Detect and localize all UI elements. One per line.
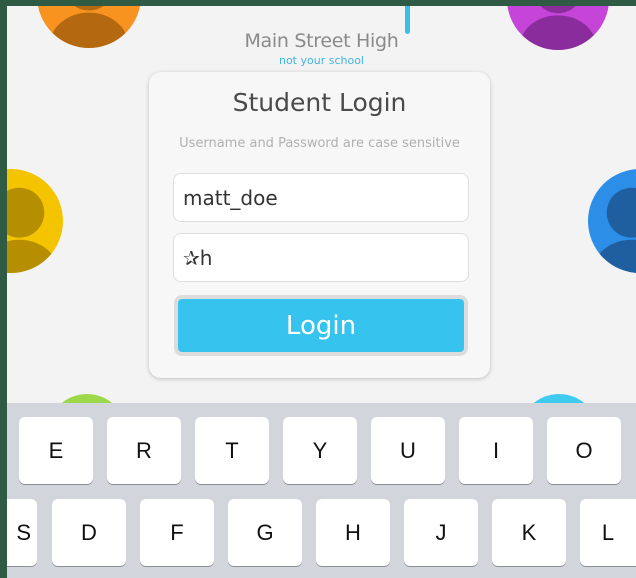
password-field[interactable]: ✰h: [173, 233, 469, 282]
key-t[interactable]: T: [195, 417, 269, 484]
key-l[interactable]: L: [580, 499, 636, 566]
key-o[interactable]: O: [547, 417, 621, 484]
key-e[interactable]: E: [19, 417, 93, 484]
key-j[interactable]: J: [404, 499, 478, 566]
username-field[interactable]: matt_doe: [173, 173, 469, 222]
school-tagline: not your school: [278, 54, 364, 67]
app-screen: Main Street High not your school Student…: [7, 6, 636, 578]
password-value: ✰h: [183, 245, 213, 270]
key-g[interactable]: G: [228, 499, 302, 566]
key-i[interactable]: I: [459, 417, 533, 484]
key-k[interactable]: K: [492, 499, 566, 566]
school-name: Main Street High: [244, 30, 399, 52]
username-value: matt_doe: [183, 185, 278, 210]
login-button[interactable]: Login: [174, 295, 468, 356]
key-f[interactable]: F: [140, 499, 214, 566]
avatar-blue: [588, 169, 636, 273]
key-h[interactable]: H: [316, 499, 390, 566]
login-card: Student Login Username and Password are …: [149, 72, 490, 378]
login-title: Student Login: [232, 88, 407, 117]
key-r[interactable]: R: [107, 417, 181, 484]
on-screen-keyboard: E R T Y U I O S D F G H J K L: [7, 403, 636, 578]
key-u[interactable]: U: [371, 417, 445, 484]
avatar-yellow: [7, 169, 63, 273]
key-y[interactable]: Y: [283, 417, 357, 484]
key-d[interactable]: D: [52, 499, 126, 566]
login-hint: Username and Password are case sensitive: [179, 136, 460, 151]
key-s[interactable]: S: [7, 499, 37, 566]
